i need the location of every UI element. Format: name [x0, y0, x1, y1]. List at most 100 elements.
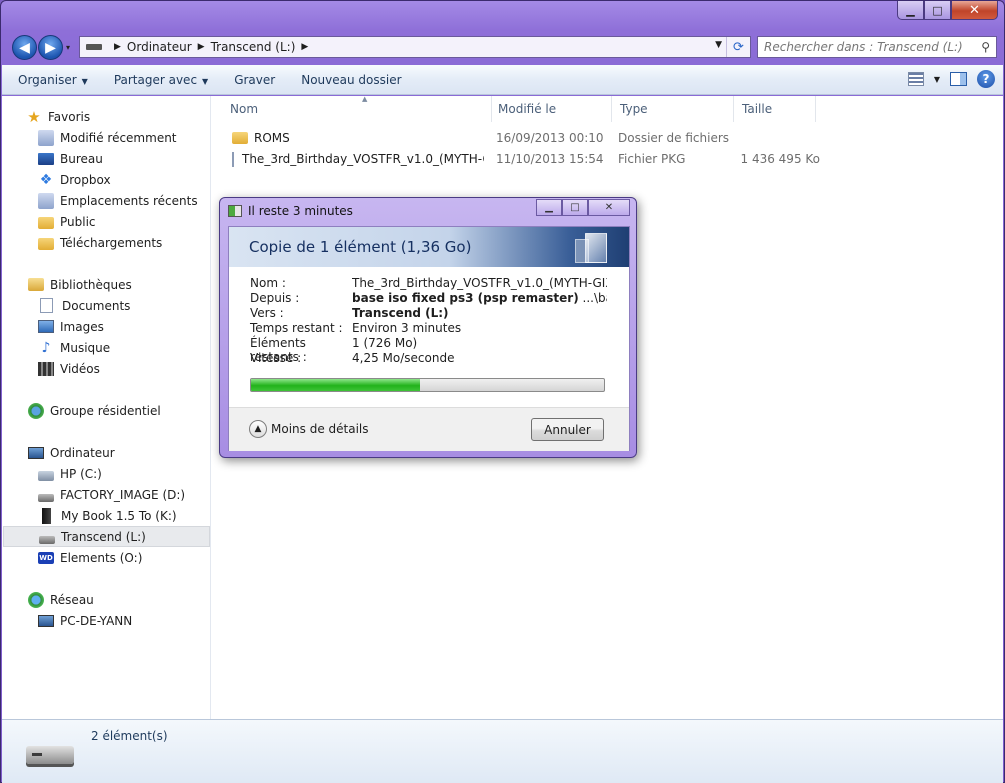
column-header-name[interactable]: Nom ▲: [222, 95, 492, 122]
sidebar-item-desktop[interactable]: Bureau: [38, 148, 103, 169]
sidebar-item-label: Modifié récemment: [60, 130, 177, 145]
wd-drive-icon: WD: [38, 551, 54, 564]
source-folder-link[interactable]: base iso fixed ps3 (psp remaster): [352, 291, 579, 305]
sidebar-item-dropbox[interactable]: ❖ Dropbox: [38, 169, 111, 190]
help-icon[interactable]: ?: [977, 70, 995, 88]
file-modified: 11/10/2013 15:54: [496, 152, 604, 166]
share-menu[interactable]: Partager avec ▼: [104, 73, 218, 87]
file-row[interactable]: The_3rd_Birthday_VOSTFR_v1.0_(MYTH-G... …: [222, 149, 1002, 169]
sidebar-item-pc-de-yann[interactable]: PC-DE-YANN: [38, 610, 132, 631]
dialog-close-button[interactable]: ✕: [588, 199, 630, 216]
detail-label: Temps restant :: [250, 321, 343, 335]
dialog-maximize-button[interactable]: □: [562, 199, 588, 216]
sidebar-item-homegroup[interactable]: Groupe résidentiel: [28, 400, 161, 421]
chevron-down-icon[interactable]: ▼: [934, 75, 940, 84]
column-header-modified[interactable]: Modifié le: [490, 96, 612, 122]
file-name-text: ROMS: [254, 131, 290, 145]
sidebar-item-drive-d[interactable]: FACTORY_IMAGE (D:): [38, 484, 185, 505]
detail-label: Depuis :: [250, 291, 300, 305]
source-path: ...\base iso fi: [582, 291, 608, 305]
downloads-folder-icon: [38, 237, 54, 250]
chevron-right-icon[interactable]: ▶: [114, 42, 121, 52]
detail-label: Vers :: [250, 306, 284, 320]
sidebar-item-label: Ordinateur: [50, 445, 115, 460]
detail-value: Transcend (L:): [352, 306, 607, 321]
search-placeholder: Rechercher dans : Transcend (L:): [764, 40, 963, 54]
file-name: ROMS: [232, 128, 482, 148]
sidebar-item-drive-l[interactable]: Transcend (L:): [3, 526, 210, 547]
detail-time-left: Temps restant : Environ 3 minutes: [250, 321, 607, 336]
dialog-body: Copie de 1 élément (1,36 Go) Nom : The_3r…: [228, 226, 630, 451]
copy-progress-icon: [228, 205, 242, 217]
sidebar-item-videos[interactable]: Vidéos: [38, 358, 100, 379]
dialog-footer: ▲ Moins de détails Annuler: [229, 407, 629, 451]
detail-label: Éléments restants :: [250, 336, 307, 364]
preview-pane-icon[interactable]: [950, 72, 967, 86]
computer-icon: [38, 614, 54, 627]
detail-label: Nom :: [250, 276, 286, 290]
column-label: Nom: [230, 102, 259, 116]
progress-fill: [251, 379, 421, 391]
sidebar-item-label: Transcend (L:): [61, 529, 146, 544]
chevron-right-icon[interactable]: ▶: [198, 42, 205, 52]
caption-buttons: ▁ □ ✕: [897, 1, 998, 20]
search-input[interactable]: Rechercher dans : Transcend (L:) ⚲: [757, 36, 997, 58]
sidebar-item-drive-o[interactable]: WD Elements (O:): [38, 547, 142, 568]
sidebar-item-label: Musique: [60, 340, 111, 355]
sidebar-item-favorites[interactable]: ★ Favoris: [26, 106, 90, 127]
maximize-button[interactable]: □: [924, 1, 951, 20]
dialog-minimize-button[interactable]: ▁: [536, 199, 562, 216]
sidebar-item-pictures[interactable]: Images: [38, 316, 104, 337]
sidebar-item-recent-changes[interactable]: Modifié récemment: [38, 127, 177, 148]
navigation-bar: ◀ ▶ ▾ ▶ Ordinateur ▶ Transcend (L:) ▶ ▼ …: [9, 35, 999, 61]
destination-link[interactable]: Transcend (L:): [352, 306, 449, 320]
new-folder-button[interactable]: Nouveau dossier: [291, 73, 411, 87]
breadcrumb-computer[interactable]: Ordinateur: [127, 40, 192, 54]
sidebar-item-libraries[interactable]: Bibliothèques: [28, 274, 132, 295]
chevron-down-icon: ▼: [202, 76, 209, 86]
breadcrumb-transcend[interactable]: Transcend (L:): [211, 40, 296, 54]
detail-value: Environ 3 minutes: [352, 321, 462, 335]
chevron-up-icon: ▲: [249, 420, 267, 438]
file-row[interactable]: ROMS 16/09/2013 00:10 Dossier de fichier…: [222, 128, 1002, 148]
back-button[interactable]: ◀: [12, 35, 37, 60]
organize-menu[interactable]: Organiser ▼: [8, 73, 98, 87]
address-dropdown-icon[interactable]: ▼: [715, 40, 722, 50]
sidebar-item-label: Réseau: [50, 592, 94, 607]
view-options-icon[interactable]: [907, 72, 924, 86]
sidebar-item-label: Public: [60, 214, 96, 229]
recent-pages-dropdown[interactable]: ▾: [66, 43, 70, 52]
sidebar-item-label: Bibliothèques: [50, 277, 132, 292]
minimize-button[interactable]: ▁: [897, 1, 924, 20]
folder-icon: [232, 132, 248, 144]
sidebar-item-network[interactable]: Réseau: [28, 589, 94, 610]
chevron-right-icon[interactable]: ▶: [301, 42, 308, 52]
sidebar-item-computer[interactable]: Ordinateur: [28, 442, 115, 463]
cancel-button[interactable]: Annuler: [531, 418, 604, 441]
dialog-title-text: Il reste 3 minutes: [248, 204, 353, 218]
burn-button[interactable]: Graver: [224, 73, 285, 87]
file-size: [742, 128, 822, 148]
detail-value: The_3rd_Birthday_VOSTFR_v1.0_(MYTH-GIX).…: [352, 276, 607, 290]
dropbox-icon: ❖: [39, 171, 53, 188]
sidebar-item-recent-places[interactable]: Emplacements récents: [38, 190, 198, 211]
detail-to: Vers : Transcend (L:): [250, 306, 607, 321]
sidebar-item-label: HP (C:): [60, 466, 102, 481]
sidebar-item-music[interactable]: ♪ Musique: [38, 337, 111, 358]
sidebar-item-label: Téléchargements: [60, 235, 163, 250]
sidebar-item-downloads[interactable]: Téléchargements: [38, 232, 162, 253]
address-bar[interactable]: ▶ Ordinateur ▶ Transcend (L:) ▶ ▼ ⟳: [79, 36, 751, 58]
sidebar-item-drive-c[interactable]: HP (C:): [38, 463, 102, 484]
column-header-type[interactable]: Type: [612, 96, 734, 122]
column-header-size[interactable]: Taille: [734, 96, 816, 122]
sidebar-item-drive-k[interactable]: My Book 1.5 To (K:): [38, 505, 177, 526]
computer-icon: [28, 446, 44, 459]
usb-drive-icon: [26, 746, 74, 764]
search-icon[interactable]: ⚲: [981, 40, 990, 54]
close-button[interactable]: ✕: [951, 1, 998, 20]
sidebar-item-public[interactable]: Public: [38, 211, 96, 232]
sidebar-item-documents[interactable]: Documents: [40, 295, 130, 316]
forward-button[interactable]: ▶: [38, 35, 63, 60]
refresh-icon[interactable]: ⟳: [726, 37, 750, 57]
less-details-toggle[interactable]: ▲ Moins de détails: [249, 420, 369, 438]
